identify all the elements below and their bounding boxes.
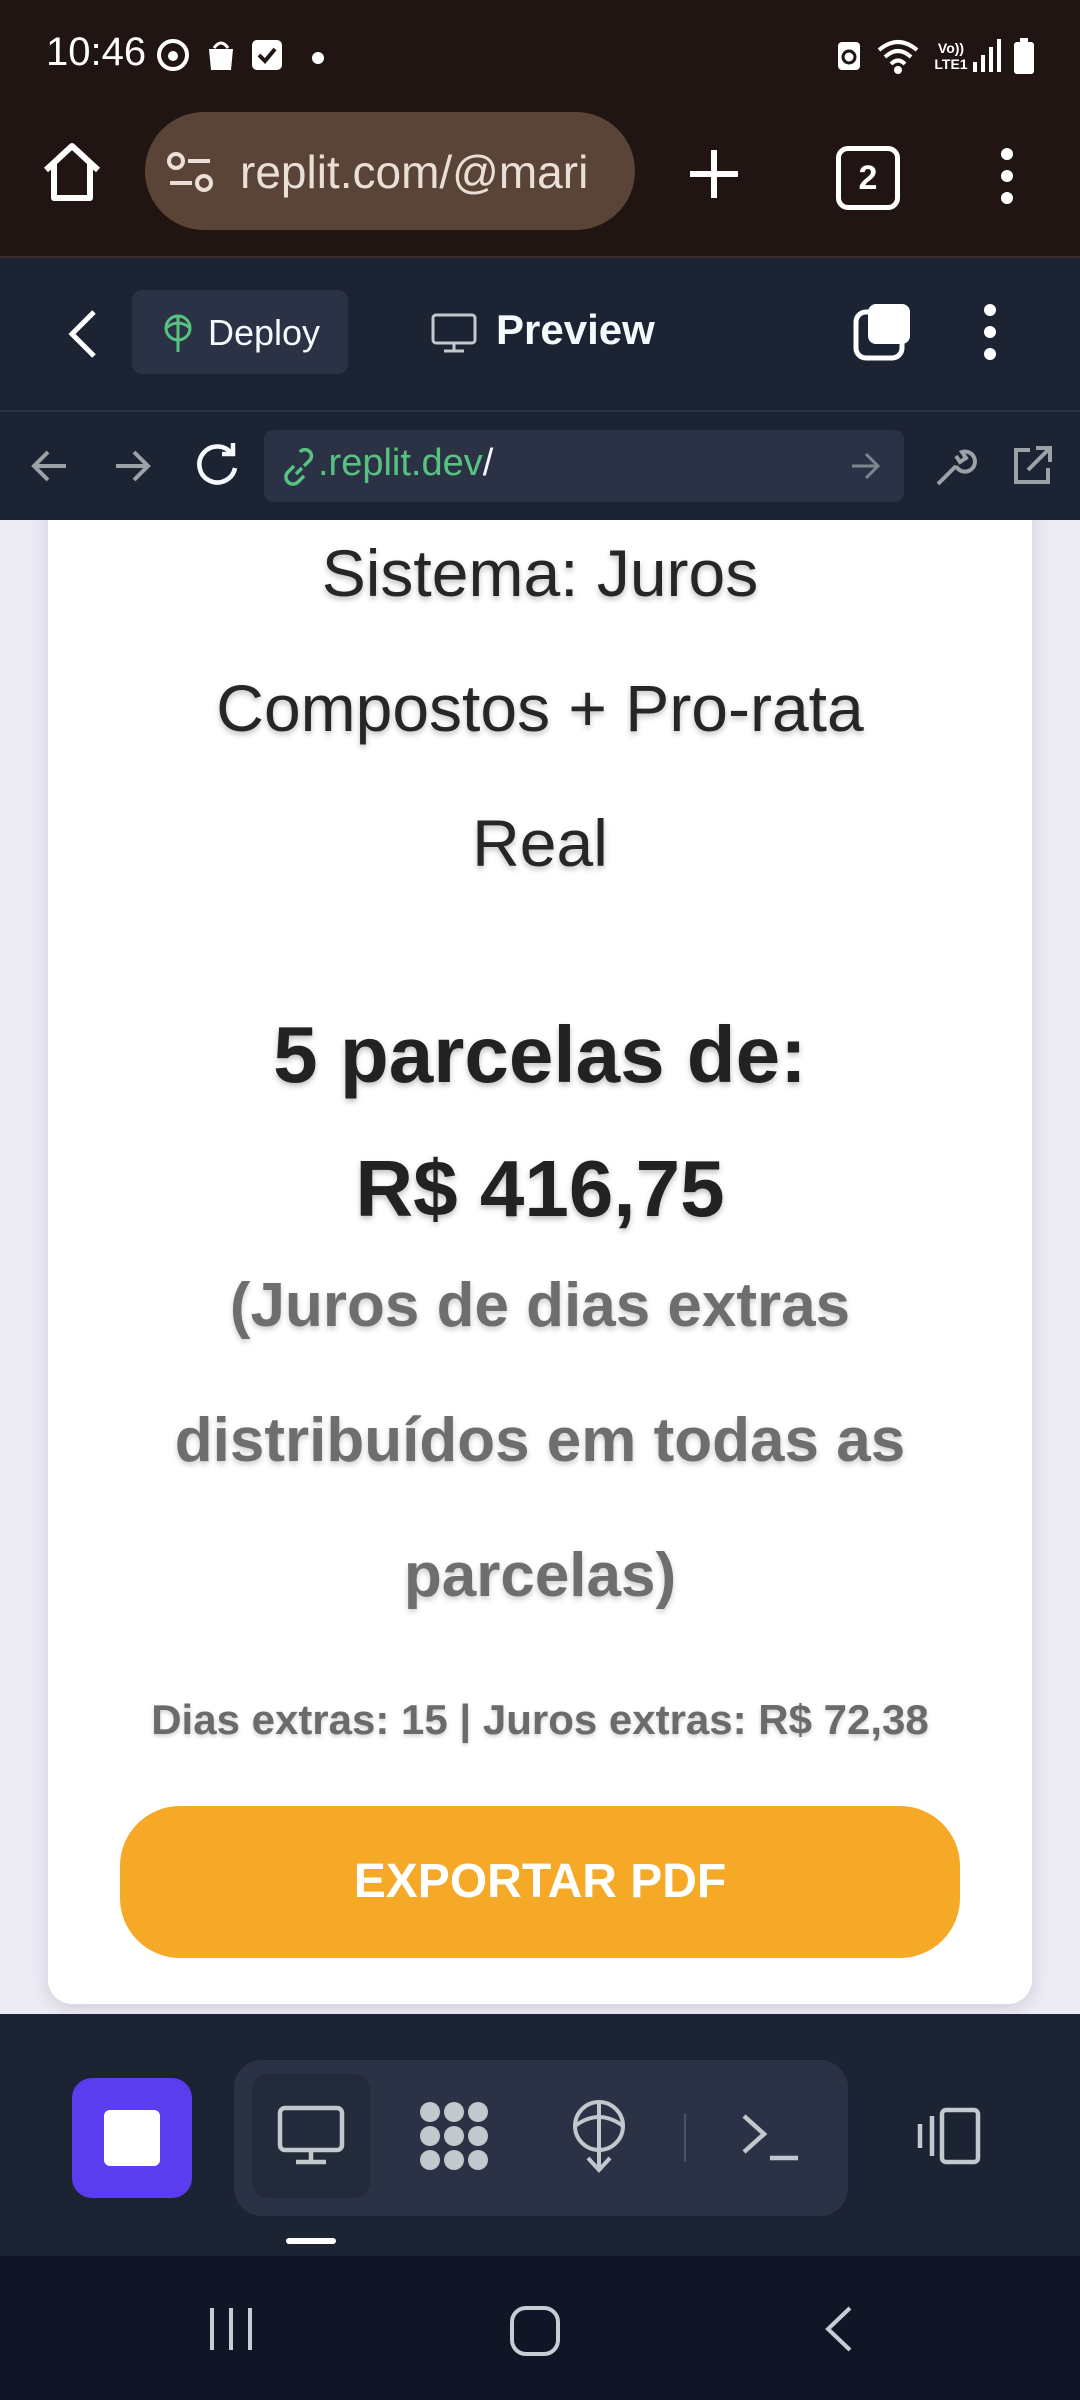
system-line: Compostos + Pro-rata: [216, 671, 864, 745]
wrench-icon[interactable]: [932, 444, 978, 490]
back-nav-icon[interactable]: [820, 2304, 856, 2354]
multi-window-icon[interactable]: [852, 302, 912, 362]
deploy-icon: [164, 314, 192, 352]
deploy-icon[interactable]: [566, 2098, 632, 2174]
back-icon[interactable]: [62, 306, 106, 362]
address-text[interactable]: replit.com/@mari: [240, 145, 588, 199]
open-external-icon[interactable]: [1010, 444, 1054, 488]
installments-count: 5 parcelas de:: [273, 1010, 807, 1099]
installment-value: R$ 416,75: [355, 1144, 725, 1233]
active-tool-indicator: [286, 2238, 336, 2244]
apps-icon[interactable]: [416, 2098, 492, 2174]
export-pdf-button[interactable]: EXPORTAR PDF: [120, 1806, 960, 1958]
home-nav-icon[interactable]: [508, 2304, 562, 2358]
terminal-icon[interactable]: [738, 2108, 802, 2164]
installments-result: 5 parcelas de: R$ 416,75: [0, 988, 1080, 1256]
url-path: /: [482, 442, 494, 484]
home-icon[interactable]: [40, 140, 104, 204]
battery-icon: [1014, 38, 1034, 74]
threads-icon: [157, 39, 189, 71]
arrow-right-icon[interactable]: [112, 446, 154, 486]
extras-summary: Dias extras: 15 | Juros extras: R$ 72,38: [151, 1696, 929, 1743]
monitor-icon: [431, 313, 477, 353]
webview-url-text[interactable]: .replit.dev/: [318, 442, 493, 485]
volte-label: Vo)): [937, 40, 965, 56]
stop-icon: [104, 2110, 160, 2166]
monitor-icon: [277, 2105, 345, 2165]
bag-icon: [209, 41, 233, 70]
recents-icon[interactable]: [206, 2304, 256, 2354]
device-layout-icon[interactable]: [912, 2106, 982, 2166]
wifi-icon: [877, 40, 919, 74]
go-arrow-icon[interactable]: [848, 448, 884, 484]
status-time: 10:46: [46, 30, 147, 74]
preview-content: Sistema: Juros Compostos + Pro-rata Real…: [0, 520, 1080, 2014]
toolbar-divider: [684, 2114, 686, 2162]
system-line: Real: [472, 806, 608, 880]
check-icon: [252, 40, 282, 70]
note-line: (Juros de dias extras: [229, 1271, 851, 1340]
tab-switcher-button[interactable]: 2: [836, 146, 900, 210]
preview-tab[interactable]: Preview: [496, 306, 655, 354]
site-settings-icon[interactable]: [166, 150, 216, 194]
arrow-left-icon[interactable]: [28, 446, 70, 486]
url-host: .replit.dev: [318, 442, 483, 484]
browser-menu-icon[interactable]: [996, 146, 1018, 206]
note-line: parcelas): [403, 1541, 677, 1610]
system-description: Sistema: Juros Compostos + Pro-rata Real: [0, 520, 1080, 911]
system-line: Sistema: Juros: [321, 536, 759, 610]
volte-lte-icon: Vo)) LTE1: [928, 40, 974, 72]
reload-icon[interactable]: [192, 440, 242, 490]
lte-label: LTE1: [934, 56, 968, 72]
extra-interest-note: (Juros de dias extras distribuídos em to…: [0, 1238, 1080, 1643]
deploy-label: Deploy: [208, 312, 321, 353]
signal-icon: [973, 39, 1001, 72]
replit-menu-icon[interactable]: [978, 302, 1002, 362]
note-line: distribuídos em todas as: [174, 1406, 906, 1475]
dot-icon: [312, 52, 324, 64]
new-tab-icon[interactable]: [684, 144, 744, 204]
battery-saver-icon: [838, 42, 860, 70]
link-icon: [284, 448, 314, 486]
